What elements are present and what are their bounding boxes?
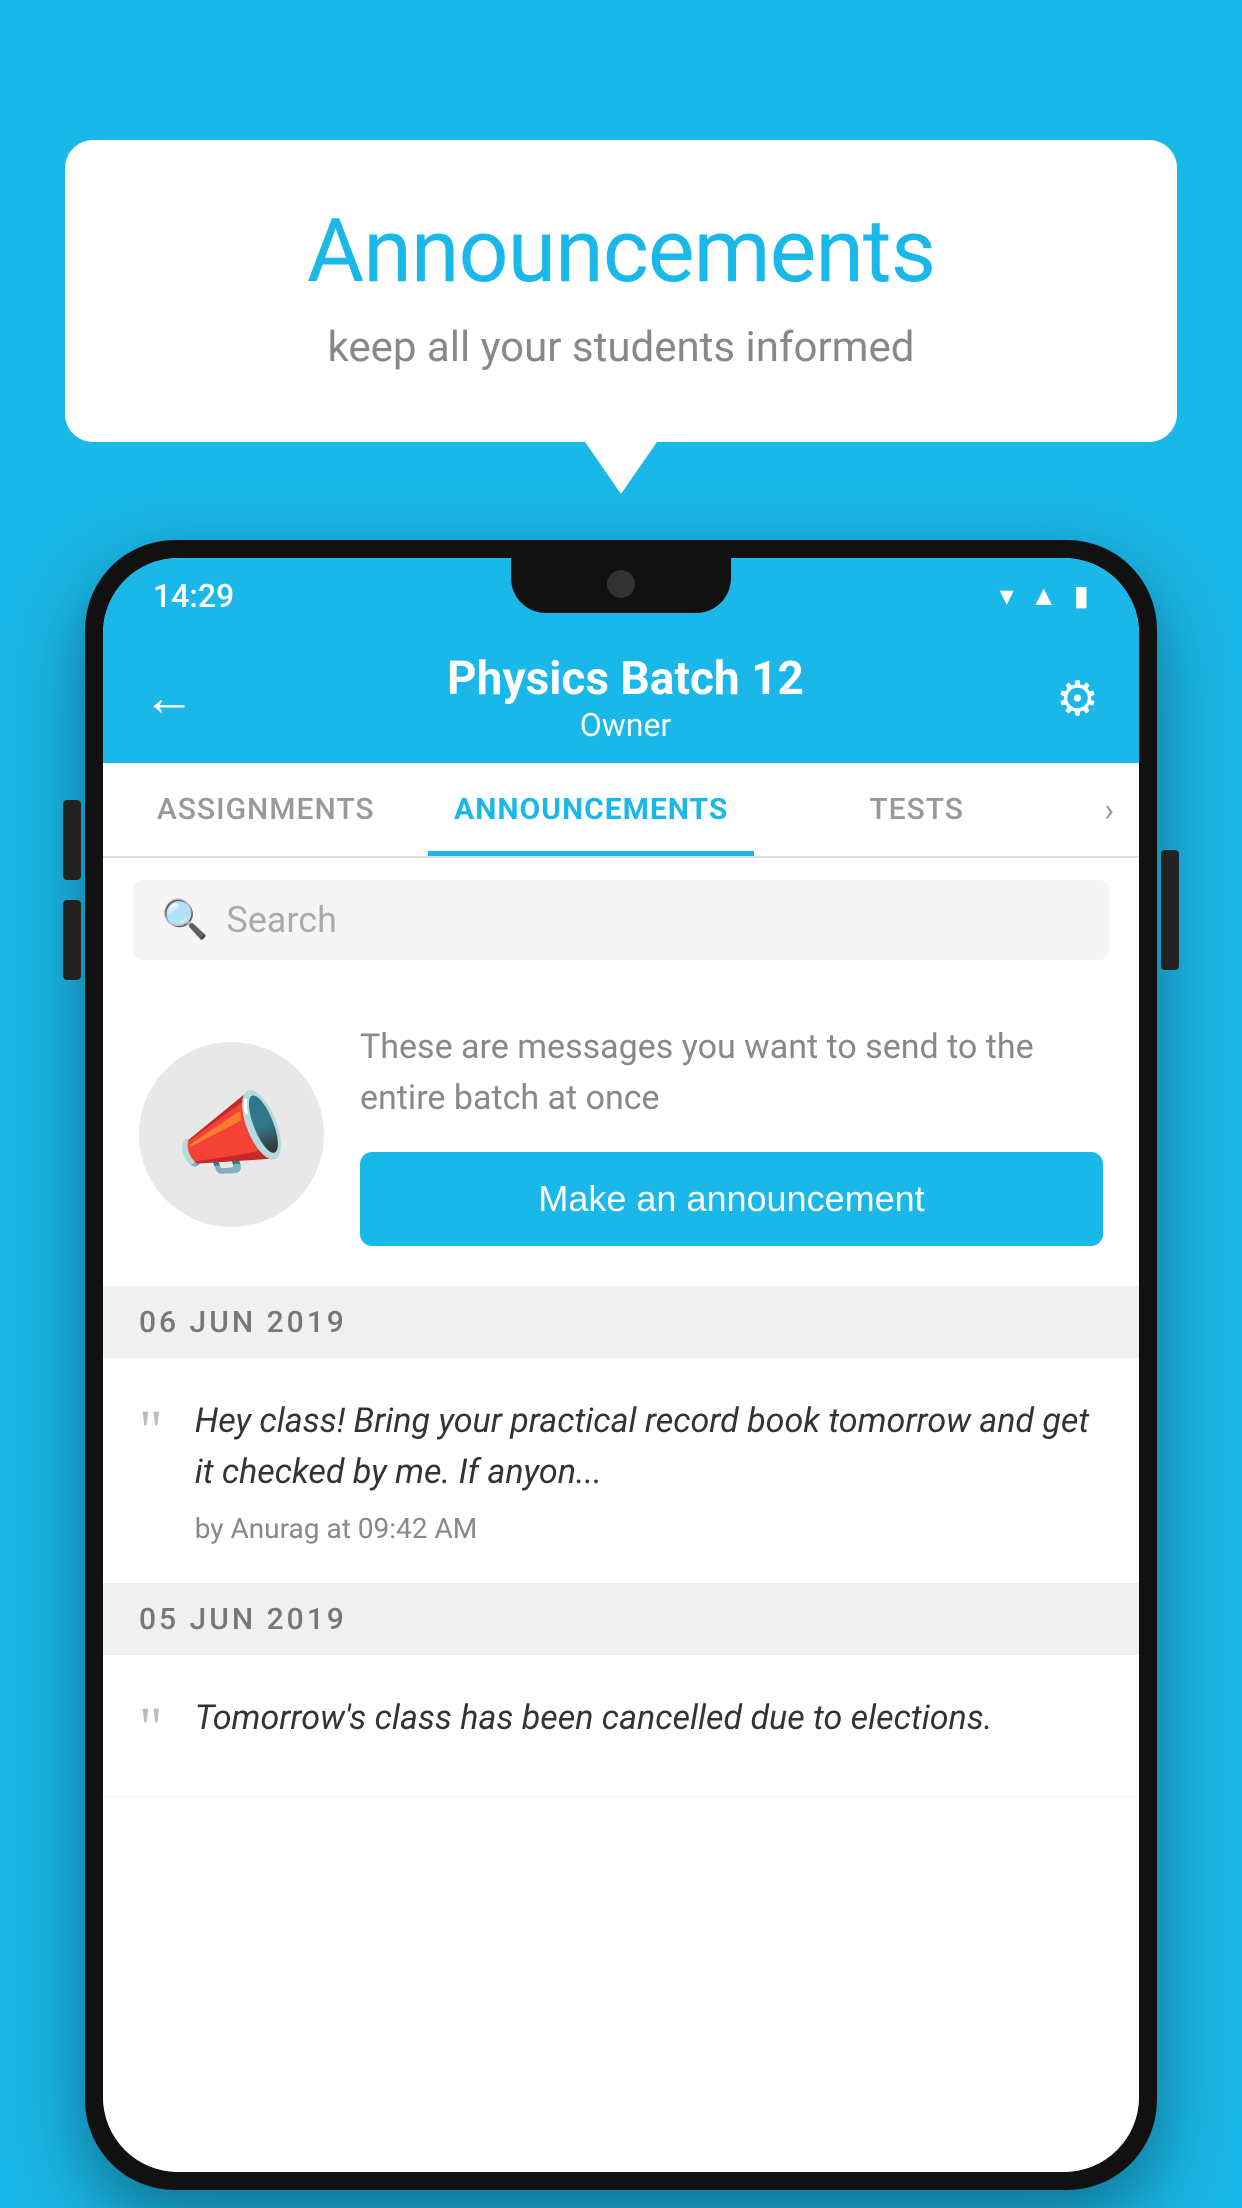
power-button[interactable] bbox=[1161, 850, 1179, 970]
announcement-item-2[interactable]: " Tomorrow's class has been cancelled du… bbox=[103, 1655, 1139, 1797]
quote-icon-2: " bbox=[139, 1699, 163, 1757]
announce-item-content-1: Hey class! Bring your practical record b… bbox=[195, 1396, 1103, 1545]
date-label-1: 06 JUN 2019 bbox=[139, 1305, 347, 1340]
camera bbox=[607, 570, 635, 598]
announce-icon-circle: 📣 bbox=[139, 1042, 324, 1227]
speech-bubble-subtitle: keep all your students informed bbox=[145, 323, 1097, 372]
tab-tests[interactable]: TESTS bbox=[754, 763, 1079, 856]
date-section-1: 06 JUN 2019 bbox=[103, 1287, 1139, 1358]
tab-more-button[interactable]: › bbox=[1079, 763, 1139, 856]
announcement-item-1[interactable]: " Hey class! Bring your practical record… bbox=[103, 1358, 1139, 1584]
announce-intro-text-group: These are messages you want to send to t… bbox=[360, 1022, 1103, 1246]
search-icon: 🔍 bbox=[161, 898, 208, 942]
phone-container: 14:29 ▾ ▲ ▮ ← Physics Batch 12 Owner ⚙ bbox=[85, 540, 1157, 2208]
make-announcement-button[interactable]: Make an announcement bbox=[360, 1152, 1103, 1246]
search-input-wrap[interactable]: 🔍 Search bbox=[133, 880, 1109, 960]
back-button[interactable]: ← bbox=[143, 672, 195, 724]
announce-item-meta-1: by Anurag at 09:42 AM bbox=[195, 1512, 1103, 1545]
phone-outer: 14:29 ▾ ▲ ▮ ← Physics Batch 12 Owner ⚙ bbox=[85, 540, 1157, 2190]
tab-assignments[interactable]: ASSIGNMENTS bbox=[103, 763, 428, 856]
quote-icon-1: " bbox=[139, 1402, 163, 1460]
settings-button[interactable]: ⚙ bbox=[1056, 670, 1099, 727]
megaphone-icon: 📣 bbox=[175, 1082, 287, 1187]
tabs-bar: ASSIGNMENTS ANNOUNCEMENTS TESTS › bbox=[103, 763, 1139, 858]
speech-bubble-card: Announcements keep all your students inf… bbox=[65, 140, 1177, 442]
tab-announcements[interactable]: ANNOUNCEMENTS bbox=[428, 763, 753, 856]
announce-item-text-2: Tomorrow's class has been cancelled due … bbox=[195, 1693, 1103, 1744]
app-bar-title: Physics Batch 12 bbox=[195, 652, 1056, 706]
date-label-2: 05 JUN 2019 bbox=[139, 1602, 347, 1637]
content-area: 🔍 Search 📣 These are messages you want t… bbox=[103, 858, 1139, 2172]
signal-icon: ▲ bbox=[1030, 579, 1058, 612]
volume-up-button[interactable] bbox=[63, 800, 81, 880]
speech-bubble-title: Announcements bbox=[145, 200, 1097, 303]
announce-description: These are messages you want to send to t… bbox=[360, 1022, 1103, 1124]
announce-item-content-2: Tomorrow's class has been cancelled due … bbox=[195, 1693, 1103, 1758]
search-bar-container: 🔍 Search bbox=[103, 858, 1139, 982]
search-placeholder: Search bbox=[226, 899, 337, 941]
volume-down-button[interactable] bbox=[63, 900, 81, 980]
app-bar-title-group: Physics Batch 12 Owner bbox=[195, 652, 1056, 744]
status-time: 14:29 bbox=[153, 577, 234, 615]
date-section-2: 05 JUN 2019 bbox=[103, 1584, 1139, 1655]
notch bbox=[511, 558, 731, 613]
app-bar-subtitle: Owner bbox=[195, 706, 1056, 744]
phone-screen: 14:29 ▾ ▲ ▮ ← Physics Batch 12 Owner ⚙ bbox=[103, 558, 1139, 2172]
battery-icon: ▮ bbox=[1074, 579, 1089, 612]
wifi-icon: ▾ bbox=[1000, 579, 1014, 612]
app-bar: ← Physics Batch 12 Owner ⚙ bbox=[103, 633, 1139, 763]
announce-intro-block: 📣 These are messages you want to send to… bbox=[103, 982, 1139, 1287]
announce-item-text-1: Hey class! Bring your practical record b… bbox=[195, 1396, 1103, 1498]
status-icons: ▾ ▲ ▮ bbox=[1000, 579, 1089, 612]
